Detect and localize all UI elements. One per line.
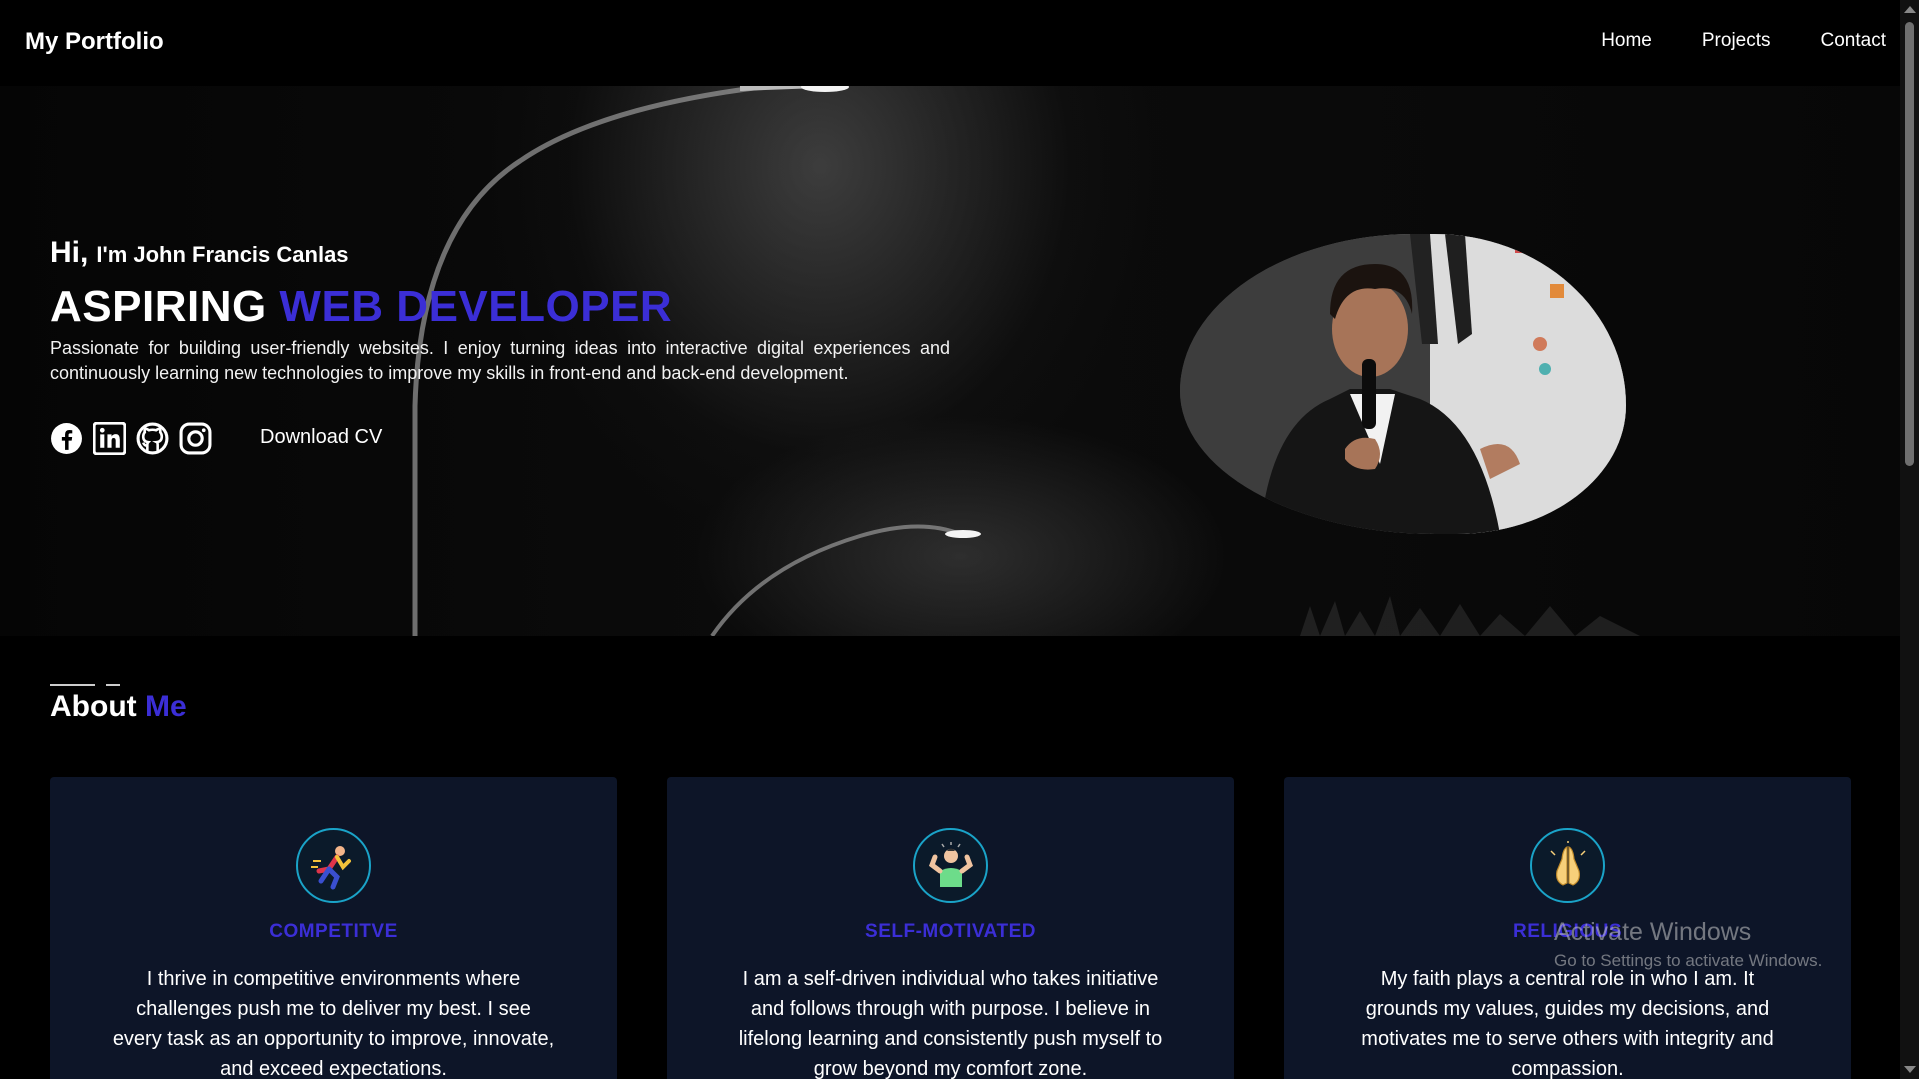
brand-logo[interactable]: My Portfolio: [25, 28, 164, 56]
download-cv-button[interactable]: Download CV: [260, 426, 382, 449]
portfolio-page: My Portfolio Home Projects Contact Hi, I…: [0, 0, 1919, 1079]
facebook-icon[interactable]: [50, 422, 83, 455]
about-title-accent: Me: [144, 690, 187, 723]
social-links: [50, 421, 212, 456]
greeting: Hi, I'm John Francis Canlas: [50, 236, 349, 270]
linkedin-icon[interactable]: [92, 421, 127, 456]
card-self-motivated: SELF-MOTIVATED I am a self-driven indivi…: [667, 777, 1234, 1079]
nav-link-contact[interactable]: Contact: [1821, 30, 1886, 52]
watermark-title: Activate Windows: [1554, 918, 1752, 946]
scroll-up-arrow-icon[interactable]: [1904, 6, 1916, 13]
card-competitive: COMPETITVE I thrive in competitive envir…: [50, 777, 617, 1079]
headline-plain: ASPIRING: [50, 282, 280, 331]
card-text: I am a self-driven individual who takes …: [738, 968, 1163, 1079]
nav-links: Home Projects Contact: [1601, 30, 1886, 52]
page-scrollbar[interactable]: [1900, 0, 1919, 1079]
card-text: I thrive in competitive environments whe…: [112, 968, 555, 1079]
greeting-name: I'm John Francis Canlas: [96, 242, 349, 267]
scroll-thumb[interactable]: [1905, 22, 1914, 466]
hero-section: Hi, I'm John Francis Canlas ASPIRING WEB…: [0, 86, 1900, 636]
flexing-person-icon: [913, 828, 988, 903]
headline-accent: WEB DEVELOPER: [279, 282, 673, 331]
greeting-hi: Hi,: [50, 236, 89, 269]
running-person-icon: [296, 828, 371, 903]
hero-description: Passionate for building user-friendly we…: [50, 338, 950, 383]
hero-headline: ASPIRING WEB DEVELOPER: [50, 282, 672, 332]
instagram-icon[interactable]: [179, 422, 212, 455]
windows-activation-watermark: Activate Windows Go to Settings to activ…: [1554, 918, 1822, 971]
scroll-down-arrow-icon[interactable]: [1904, 1066, 1916, 1073]
nav-link-projects[interactable]: Projects: [1702, 30, 1771, 52]
about-title: About Me: [50, 690, 187, 724]
github-icon[interactable]: [136, 422, 169, 455]
nav-link-home[interactable]: Home: [1601, 30, 1652, 52]
card-text: My faith plays a central role in who I a…: [1361, 968, 1774, 1079]
praying-hands-icon: [1530, 828, 1605, 903]
about-title-plain: About: [50, 690, 145, 723]
navbar: My Portfolio Home Projects Contact: [0, 0, 1900, 86]
card-title: SELF-MOTIVATED: [865, 921, 1036, 942]
card-title: COMPETITVE: [269, 921, 398, 942]
watermark-subtitle: Go to Settings to activate Windows.: [1554, 951, 1823, 970]
